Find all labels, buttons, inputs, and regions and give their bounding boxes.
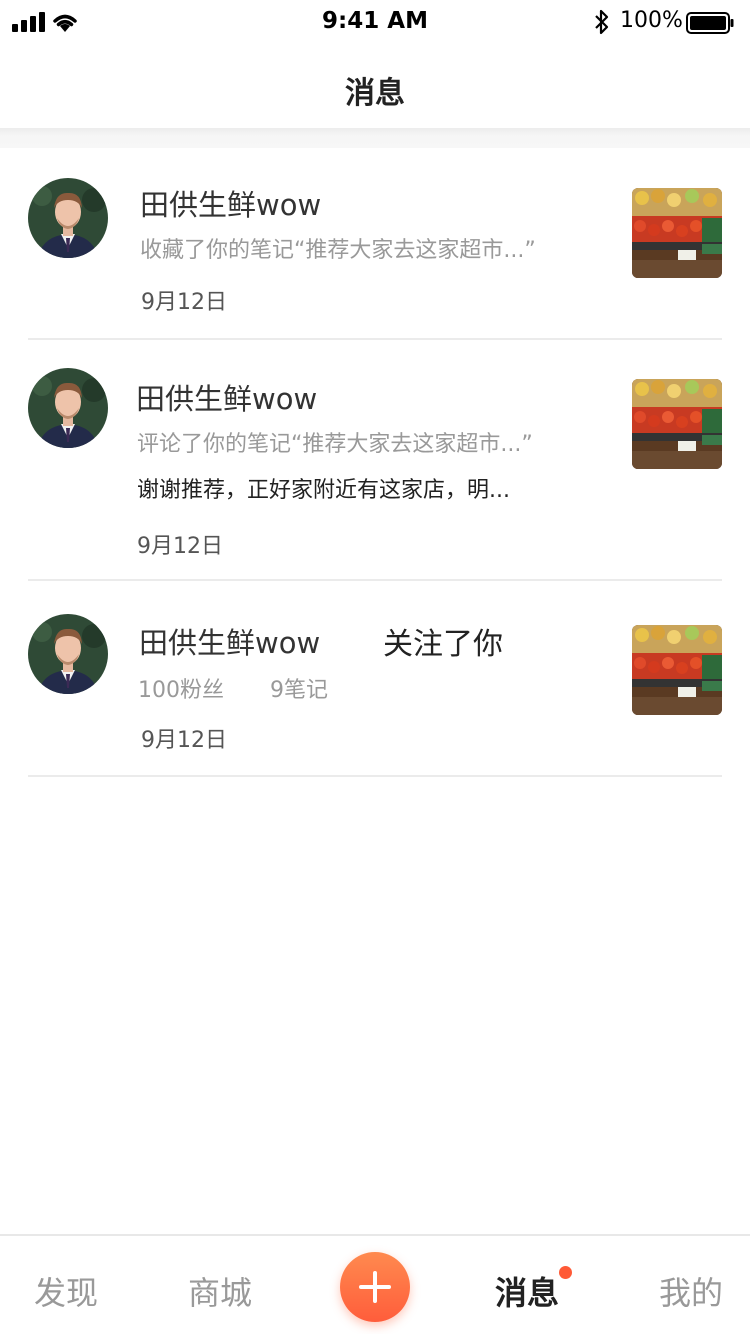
- divider: [28, 579, 722, 581]
- message-date: 9月12日: [137, 534, 223, 559]
- unread-badge: [559, 1266, 572, 1279]
- divider: [28, 775, 722, 777]
- battery-icon: [686, 12, 734, 34]
- status-bar: 9:41 AM 100%: [0, 0, 750, 44]
- note-thumbnail[interactable]: [632, 379, 722, 469]
- message-item[interactable]: 田供生鲜wow 关注了你 100粉丝 9笔记 9月12日: [0, 614, 750, 776]
- message-item[interactable]: 田供生鲜wow 评论了你的笔记“推荐大家去这家超市...” 谢谢推荐，正好家附近…: [0, 368, 750, 580]
- nav-divider: [0, 128, 750, 148]
- follow-text: 关注了你: [383, 627, 503, 662]
- sender-name[interactable]: 田供生鲜wow: [140, 182, 321, 224]
- note-thumbnail[interactable]: [632, 188, 722, 278]
- message-item[interactable]: 田供生鲜wow 收藏了你的笔记“推荐大家去这家超市...” 9月12日: [0, 176, 750, 340]
- message-action: 评论了你的笔记“推荐大家去这家超市...”: [137, 432, 533, 457]
- message-date: 9月12日: [141, 728, 227, 753]
- avatar[interactable]: [28, 178, 108, 258]
- message-action: 收藏了你的笔记“推荐大家去这家超市...”: [140, 238, 536, 263]
- page-title: 消息: [345, 76, 405, 111]
- divider: [28, 338, 722, 340]
- add-button[interactable]: [340, 1252, 410, 1322]
- avatar[interactable]: [28, 614, 108, 694]
- sender-name[interactable]: 田供生鲜wow: [139, 620, 320, 662]
- comment-text: 谢谢推荐，正好家附近有这家店，明...: [137, 478, 510, 503]
- tab-discover[interactable]: 发现: [34, 1268, 98, 1314]
- bluetooth-icon: [595, 9, 609, 35]
- note-thumbnail[interactable]: [632, 625, 722, 715]
- nav-bar: 消息: [0, 44, 750, 130]
- message-date: 9月12日: [141, 290, 227, 315]
- tab-bar: 发现 商城 消息 我的: [0, 1234, 750, 1334]
- fans-count: 100粉丝: [138, 678, 224, 703]
- avatar[interactable]: [28, 368, 108, 448]
- battery-percent: 100%: [620, 8, 683, 33]
- tab-profile[interactable]: 我的: [659, 1268, 723, 1314]
- sender-name[interactable]: 田供生鲜wow: [136, 376, 317, 418]
- tab-mall[interactable]: 商城: [188, 1268, 252, 1314]
- tab-messages[interactable]: 消息: [495, 1268, 559, 1314]
- notes-count: 9笔记: [270, 678, 328, 703]
